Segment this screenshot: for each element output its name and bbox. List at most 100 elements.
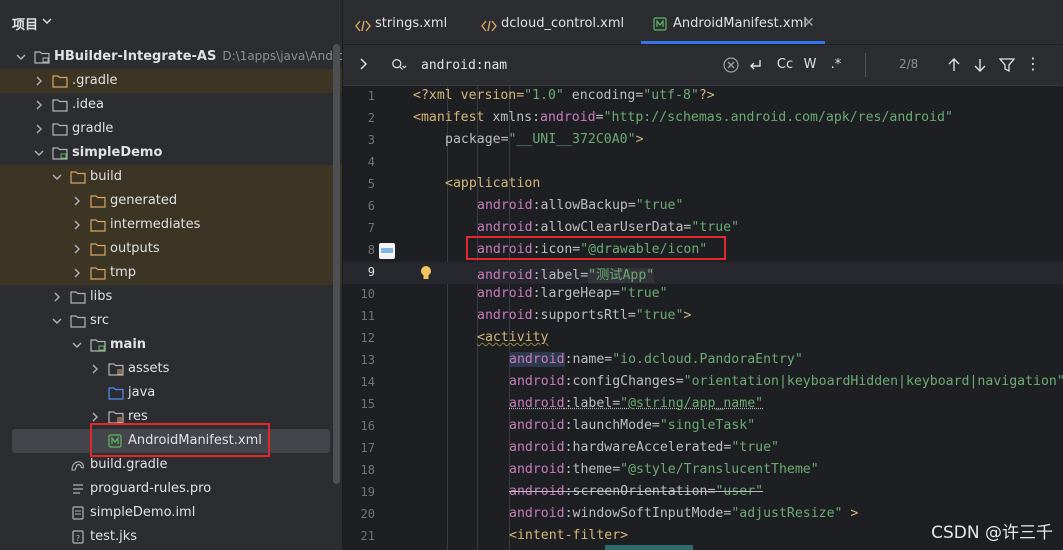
previous-occurrence-icon[interactable] <box>946 57 962 73</box>
code-line[interactable]: 3 package="__UNI__372C0A0"> <box>343 130 1063 152</box>
chevron-down-icon[interactable] <box>34 148 44 158</box>
tree-item-src[interactable]: src <box>0 309 342 333</box>
chevron-down-icon[interactable] <box>72 340 82 350</box>
code-line[interactable]: 16 android:launchMode="singleTask" <box>343 416 1063 438</box>
chevron-right-icon[interactable] <box>72 220 82 230</box>
code-line[interactable]: 14 android:configChanges="orientation|ke… <box>343 372 1063 394</box>
tree-item-label: .idea <box>72 97 104 112</box>
folder-icon <box>90 266 106 280</box>
tree-item-assets[interactable]: assets <box>0 357 342 381</box>
drawable-preview-icon[interactable] <box>379 243 395 259</box>
tree-item-jks[interactable]: ? test.jks <box>0 525 342 549</box>
new-line-icon[interactable] <box>747 57 763 73</box>
tab-close-icon[interactable]: ✕ <box>803 15 815 31</box>
find-bar-divider <box>865 53 866 77</box>
chevron-right-icon[interactable] <box>34 100 44 110</box>
line-number: 5 <box>343 177 375 191</box>
tab-androidmanifest-xml[interactable]: AndroidManifest.xml ✕ <box>641 0 825 44</box>
tree-item-intermediates[interactable]: intermediates <box>0 213 342 237</box>
regex-toggle[interactable]: .* <box>825 55 847 75</box>
chevron-down-icon[interactable] <box>52 316 62 326</box>
code-text: android:largeHeap="true" <box>477 286 668 301</box>
tab-strings-xml[interactable]: strings.xml <box>355 0 475 44</box>
project-panel-header[interactable]: 项目 <box>0 0 342 44</box>
line-number: 11 <box>343 309 375 323</box>
whole-words-toggle[interactable]: W <box>800 55 820 75</box>
project-panel-title[interactable]: 项目 <box>12 14 38 33</box>
tree-item-proguard[interactable]: proguard-rules.pro <box>0 477 342 501</box>
chevron-right-icon[interactable] <box>34 124 44 134</box>
chevron-right-icon[interactable] <box>72 196 82 206</box>
tree-item-build[interactable]: build <box>0 165 342 189</box>
tree-item-gradle[interactable]: gradle <box>0 117 342 141</box>
tree-item-outputs[interactable]: outputs <box>0 237 342 261</box>
tree-item-idea[interactable]: .idea <box>0 93 342 117</box>
chevron-down-icon[interactable] <box>52 172 62 182</box>
tree-item-main[interactable]: main <box>0 333 342 357</box>
clear-search-icon[interactable] <box>723 57 739 73</box>
chevron-down-icon[interactable] <box>16 52 26 62</box>
line-number: 3 <box>343 133 375 147</box>
chevron-right-icon[interactable] <box>72 268 82 278</box>
more-options-icon[interactable]: ⋮ <box>1025 55 1041 75</box>
code-text: android:label="测试App" <box>477 264 654 283</box>
code-line[interactable]: 6 android:allowBackup="true" <box>343 196 1063 218</box>
code-line[interactable]: 15 android:label="@string/app_name" <box>343 394 1063 416</box>
tab-label: strings.xml <box>375 16 447 31</box>
tree-item-java[interactable]: java <box>0 381 342 405</box>
code-line[interactable]: 2 <manifest xmlns:android="http://schema… <box>343 108 1063 130</box>
chevron-right-icon[interactable] <box>90 412 100 422</box>
lightbulb-icon[interactable] <box>420 265 432 281</box>
code-text: android:supportsRtl="true"> <box>477 308 691 323</box>
tree-item-simpledemo[interactable]: simpleDemo <box>0 141 342 165</box>
filter-icon[interactable] <box>999 57 1015 73</box>
svg-text:?: ? <box>76 534 80 543</box>
code-line[interactable]: 19 android:screenOrientation="user" <box>343 482 1063 504</box>
match-count: 2/8 <box>899 57 918 71</box>
code-editor[interactable]: 1 <?xml version="1.0" encoding="utf-8"?>… <box>343 86 1063 550</box>
folder-icon <box>70 314 86 328</box>
tree-item-label: simpleDemo <box>72 145 162 160</box>
xml-file-icon <box>355 17 371 36</box>
tree-item-label: HBuilder-Integrate-ASD:\1apps\java\Andro… <box>54 49 342 64</box>
next-occurrence-icon[interactable] <box>972 57 988 73</box>
expand-replace-chevron-icon[interactable] <box>355 56 371 72</box>
tree-item-label: src <box>90 313 109 328</box>
tree-item-iml[interactable]: simpleDemo.iml <box>0 501 342 525</box>
tree-item-gradle-cache[interactable]: .gradle <box>0 69 342 93</box>
code-line[interactable]: 5 <application <box>343 174 1063 196</box>
code-line[interactable]: 18 android:theme="@style/TranslucentThem… <box>343 460 1063 482</box>
tree-item-label: intermediates <box>110 217 200 232</box>
code-line[interactable]: 17 android:hardwareAccelerated="true" <box>343 438 1063 460</box>
folder-icon <box>70 290 86 304</box>
tree-item-project-root[interactable]: HBuilder-Integrate-ASD:\1apps\java\Andro… <box>0 45 342 69</box>
chevron-right-icon[interactable] <box>34 76 44 86</box>
code-line[interactable]: 10 android:largeHeap="true" <box>343 284 1063 306</box>
tree-item-libs[interactable]: libs <box>0 285 342 309</box>
code-line[interactable]: 12 <activity <box>343 328 1063 350</box>
sidebar-scrollbar[interactable] <box>333 44 340 484</box>
tree-item-label: gradle <box>72 121 113 136</box>
line-number: 20 <box>343 507 375 521</box>
tab-dcloud-control-xml[interactable]: dcloud_control.xml <box>481 0 626 44</box>
search-history-icon[interactable] <box>391 57 407 73</box>
tree-item-label: java <box>128 385 155 400</box>
code-line[interactable]: 4 <box>343 152 1063 174</box>
find-input[interactable] <box>421 55 721 75</box>
line-number: 6 <box>343 199 375 213</box>
match-case-toggle[interactable]: Cc <box>773 55 797 75</box>
chevron-right-icon[interactable] <box>90 364 100 374</box>
tree-item-tmp[interactable]: tmp <box>0 261 342 285</box>
code-line[interactable]: 13 android:name="io.dcloud.PandoraEntry" <box>343 350 1063 372</box>
code-line[interactable]: 11 android:supportsRtl="true"> <box>343 306 1063 328</box>
chevron-right-icon[interactable] <box>72 244 82 254</box>
chevron-right-icon[interactable] <box>52 292 62 302</box>
chevron-down-icon[interactable] <box>42 17 52 25</box>
code-line-current[interactable]: 9 android:label="测试App" <box>343 262 1063 284</box>
line-number: 17 <box>343 441 375 455</box>
code-text: <manifest xmlns:android="http://schemas.… <box>413 110 953 125</box>
line-number: 19 <box>343 485 375 499</box>
code-line[interactable]: 1 <?xml version="1.0" encoding="utf-8"?> <box>343 86 1063 108</box>
tree-item-generated[interactable]: generated <box>0 189 342 213</box>
tree-item-label: simpleDemo.iml <box>90 505 195 520</box>
